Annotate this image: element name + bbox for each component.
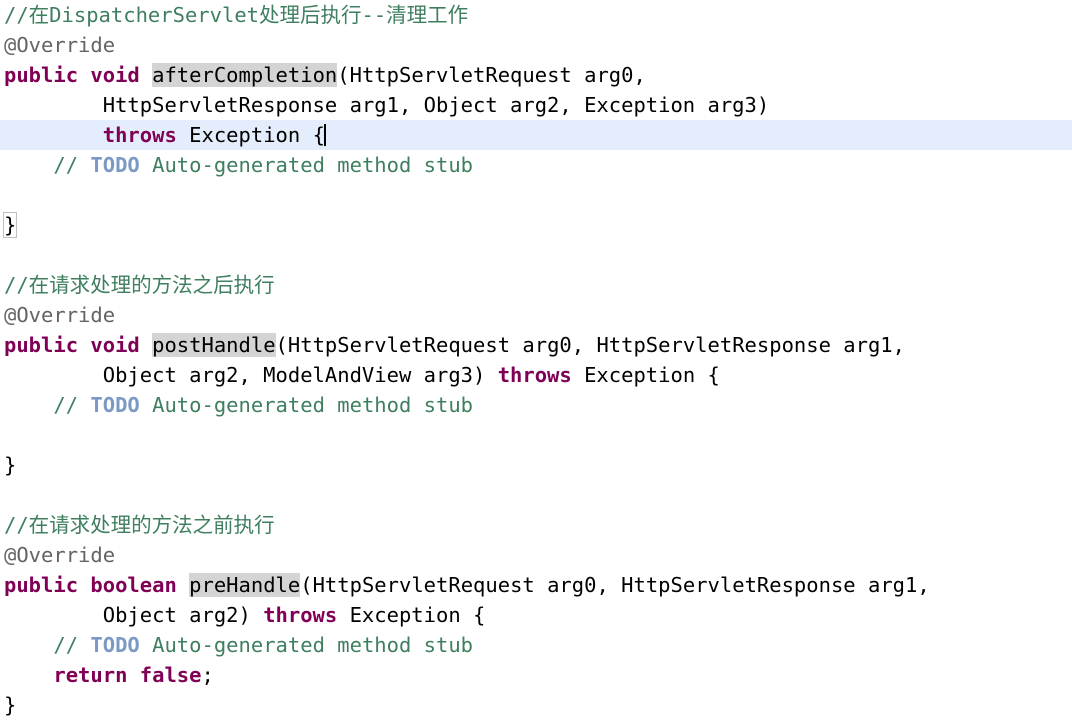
token-text: Object arg2) [4,603,264,627]
token-text: HttpServletResponse arg1, Object arg2, E… [4,93,770,117]
token-keyword: throws [497,363,572,387]
code-line[interactable] [0,240,1072,270]
token-keyword: boolean [90,573,177,597]
token-comment: //在DispatcherServlet处理后执行--清理工作 [4,3,469,27]
token-text: (HttpServletRequest arg0, HttpServletRes… [275,333,905,357]
token-text: Exception { [176,123,325,147]
token-keyword: void [90,333,140,357]
code-line[interactable] [0,480,1072,510]
code-line[interactable]: //在请求处理的方法之前执行 [0,510,1072,540]
token-todo-tag: TODO [90,153,140,177]
token-comment: // [4,633,91,657]
code-line[interactable]: return false; [0,660,1072,690]
code-line[interactable]: @Override [0,30,1072,60]
code-line[interactable]: } [0,690,1072,720]
code-line[interactable]: @Override [0,300,1072,330]
code-line[interactable]: public void afterCompletion(HttpServletR… [0,60,1072,90]
text-caret [323,124,326,146]
token-text: (HttpServletRequest arg0, [337,63,646,87]
token-text: } [4,693,17,717]
code-line-current[interactable]: throws Exception { [0,120,1072,150]
token-occurrence-highlight[interactable]: preHandle [189,573,301,597]
token-keyword: public [4,573,79,597]
token-keyword: throws [263,603,338,627]
code-line[interactable]: //在DispatcherServlet处理后执行--清理工作 [0,0,1072,30]
code-editor-view[interactable]: //在DispatcherServlet处理后执行--清理工作 @Override… [0,0,1072,726]
token-todo-tag: TODO [90,393,140,417]
token-text: (HttpServletRequest arg0, HttpServletRes… [300,573,930,597]
code-line[interactable]: } [0,450,1072,480]
token-keyword: false [139,663,202,687]
token-text: Exception { [337,603,486,627]
code-line[interactable]: // TODO Auto-generated method stub [0,150,1072,180]
token-occurrence-highlight[interactable]: afterCompletion [152,63,338,87]
token-annotation: @Override [4,543,116,567]
code-line[interactable]: HttpServletResponse arg1, Object arg2, E… [0,90,1072,120]
token-comment: // [4,153,91,177]
token-comment: //在请求处理的方法之前执行 [4,513,275,537]
code-line[interactable]: @Override [0,540,1072,570]
token-text: ; [201,663,214,687]
token-annotation: @Override [4,33,116,57]
token-keyword: public [4,333,79,357]
token-keyword: throws [102,123,177,147]
token-keyword: void [90,63,140,87]
token-text: } [4,453,17,477]
code-line[interactable]: public void postHandle(HttpServletReques… [0,330,1072,360]
token-keyword: public [4,63,79,87]
token-comment: Auto-generated method stub [139,633,474,657]
token-comment: //在请求处理的方法之后执行 [4,273,275,297]
code-line[interactable] [0,180,1072,210]
token-comment: Auto-generated method stub [139,393,474,417]
token-annotation: @Override [4,303,116,327]
code-line[interactable]: //在请求处理的方法之后执行 [0,270,1072,300]
token-text: Object arg2, ModelAndView arg3) [4,363,498,387]
code-line[interactable] [0,420,1072,450]
token-keyword: return [53,663,128,687]
code-line[interactable]: public boolean preHandle(HttpServletRequ… [0,570,1072,600]
token-occurrence-highlight[interactable]: postHandle [152,333,276,357]
code-line[interactable]: } [0,210,1072,240]
code-line[interactable]: // TODO Auto-generated method stub [0,390,1072,420]
token-comment: // [4,393,91,417]
code-line[interactable]: // TODO Auto-generated method stub [0,630,1072,660]
token-comment: Auto-generated method stub [139,153,474,177]
token-todo-tag: TODO [90,633,140,657]
code-text-area[interactable]: //在DispatcherServlet处理后执行--清理工作 @Override… [0,0,1072,720]
token-matching-bracket[interactable]: } [2,212,18,238]
code-line[interactable]: Object arg2, ModelAndView arg3) throws E… [0,360,1072,390]
token-text: Exception { [571,363,720,387]
code-line[interactable]: Object arg2) throws Exception { [0,600,1072,630]
